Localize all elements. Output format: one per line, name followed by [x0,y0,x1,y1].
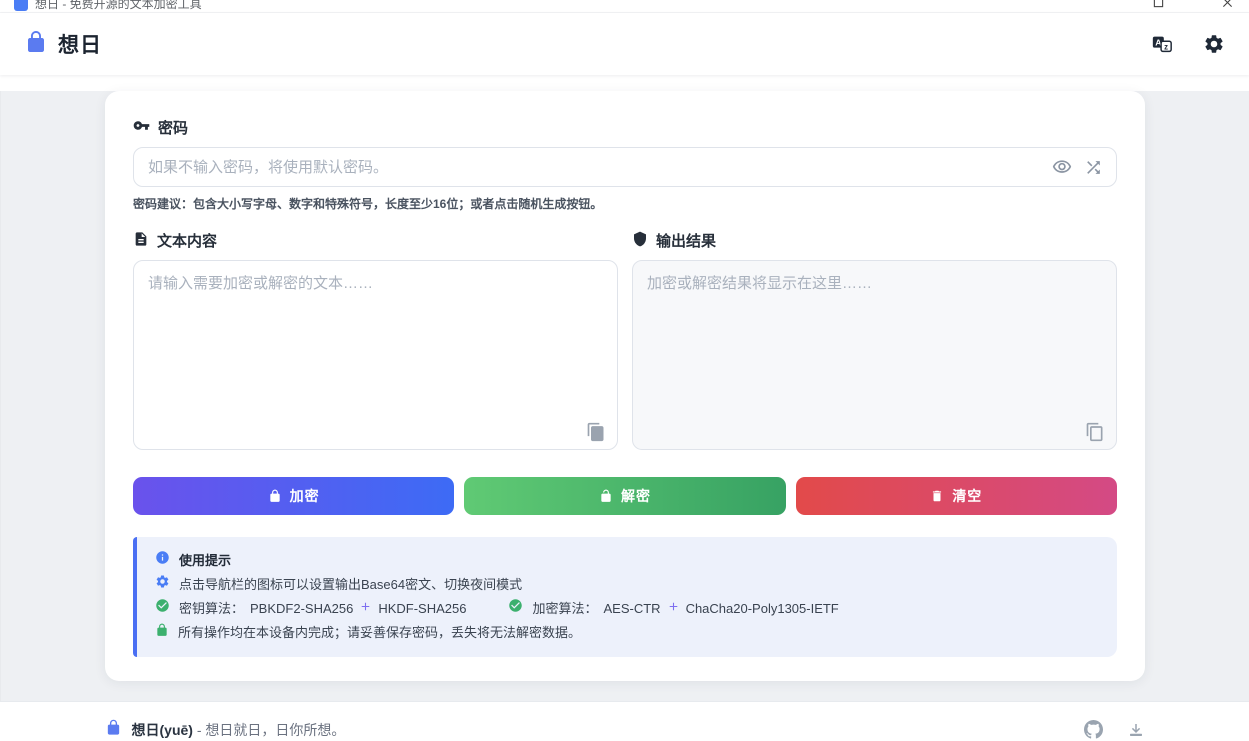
restore-window-icon[interactable] [1153,0,1164,8]
key-icon [133,117,150,138]
check-circle-icon [155,597,170,621]
copy-input-icon[interactable] [586,422,606,445]
svg-text:z: z [1164,43,1168,52]
output-textarea[interactable] [632,260,1117,450]
password-section-label: 密码 [133,117,1117,138]
app-title: 想日 [58,29,102,59]
gear-icon[interactable] [1203,33,1225,55]
gear-small-icon [155,573,170,597]
kdf-algo-b: HKDF-SHA256 [378,597,466,621]
tips-settings-line: 点击导航栏的图标可以设置输出Base64密文、切换夜间模式 [179,573,522,597]
browser-tab-title: 想日 - 免费开源的文本加密工具 [35,0,202,12]
password-label: 密码 [158,117,188,138]
tips-local-line: 所有操作均在本设备内完成；请妥善保存密码，丢失将无法解密数据。 [178,621,581,645]
unlock-icon [599,489,613,503]
footer-lock-icon [105,719,122,741]
browser-tab-strip: 想日 - 免费开源的文本加密工具 [0,0,1249,13]
main-area: 密码 密码建议：包含大小写字母、数字和特殊符号，长度至少16位；或者点击随机生成… [0,91,1249,701]
footer-brand: 想日(yuē) [132,722,193,738]
favicon [14,0,28,11]
trash-icon [930,489,944,503]
eye-icon[interactable] [1052,157,1072,177]
output-label: 输出结果 [656,230,716,251]
lock-small-icon [155,621,169,645]
password-hint: 密码建议：包含大小写字母、数字和特殊符号，长度至少16位；或者点击随机生成按钮。 [133,195,1117,212]
encryption-card: 密码 密码建议：包含大小写字母、数字和特殊符号，长度至少16位；或者点击随机生成… [105,91,1145,681]
info-icon [155,549,170,573]
password-input[interactable] [133,147,1117,187]
shield-icon [632,231,648,251]
decrypt-button[interactable]: 解密 [464,477,785,515]
cipher-algo-b: ChaCha20-Poly1305-IETF [686,597,839,621]
usage-tips-box: 使用提示 点击导航栏的图标可以设置输出Base64密文、切换夜间模式 密钥算法：… [133,537,1117,657]
input-section-label: 文本内容 [133,230,618,251]
encrypt-label: 加密 [290,486,320,506]
download-icon[interactable] [1127,721,1145,739]
input-textarea[interactable] [133,260,618,450]
kdf-algo-a: PBKDF2-SHA256 [250,597,353,621]
cipher-label: 加密算法： [532,597,597,621]
tips-title: 使用提示 [179,549,231,573]
decrypt-label: 解密 [621,486,651,506]
output-section-label: 输出结果 [632,230,1117,251]
github-icon[interactable] [1084,720,1103,739]
app-header: 想日 A z [0,13,1249,75]
clear-label: 清空 [952,486,982,506]
app-footer: 想日(yuē) - 想日就日，日你所想。 [0,701,1249,741]
shuffle-icon[interactable] [1084,158,1103,177]
copy-output-icon[interactable] [1085,422,1105,445]
base64-translate-icon[interactable]: A z [1151,33,1173,55]
cipher-algo-a: AES-CTR [604,597,661,621]
document-icon [133,231,149,251]
footer-slogan: - 想日就日，日你所想。 [193,722,345,738]
kdf-label: 密钥算法： [179,597,244,621]
clear-button[interactable]: 清空 [796,477,1117,515]
lock-icon [268,489,282,503]
close-window-icon[interactable] [1222,0,1233,8]
check-circle-icon [508,597,523,621]
plus-icon [359,597,372,621]
plus-icon [667,597,680,621]
encrypt-button[interactable]: 加密 [133,477,454,515]
input-label: 文本内容 [157,230,217,251]
app-logo-lock-icon [24,30,48,59]
